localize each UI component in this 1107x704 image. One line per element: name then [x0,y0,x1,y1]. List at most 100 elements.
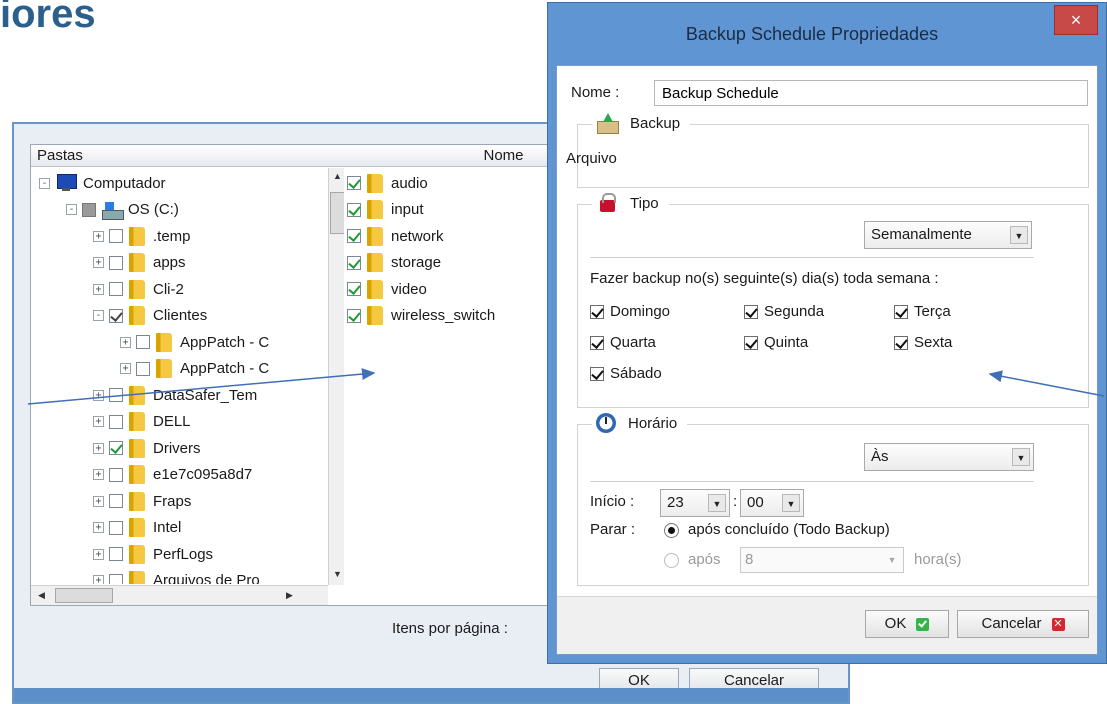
tree-item-label: OS (C:) [128,201,179,218]
tree-item[interactable]: + DELL [93,409,191,435]
day-checkbox-domingo[interactable]: Domingo [590,303,670,320]
start-label: Início : [590,493,635,510]
tree-item[interactable]: + Intel [93,515,181,541]
tree-vertical-scrollbar[interactable]: ▲ ▼ [328,168,345,585]
file-item-label: video [391,280,427,298]
file-checkbox[interactable] [347,255,361,270]
tree-checkbox[interactable] [136,361,150,376]
expand-icon[interactable]: + [93,442,104,454]
scroll-thumb[interactable] [330,192,345,234]
tree-checkbox[interactable] [82,202,96,217]
file-checkbox[interactable] [347,308,361,323]
tree-checkbox[interactable] [109,441,123,455]
day-checkbox-sabado[interactable]: Sábado [590,365,662,382]
tree-item[interactable]: + apps [93,250,186,276]
tree-item[interactable]: + Cli-2 [93,276,184,302]
days-prompt: Fazer backup no(s) seguinte(s) dia(s) to… [590,270,939,287]
tree-checkbox[interactable] [109,467,123,482]
expand-icon[interactable]: + [93,469,104,480]
collapse-icon[interactable]: - [66,204,77,215]
tree-item[interactable]: + AppPatch - C [120,329,269,355]
ok-button[interactable]: OK [865,610,949,638]
name-column-header[interactable]: Nome [344,145,573,167]
tree-item[interactable]: + PerfLogs [93,541,213,567]
tree-item[interactable]: + Drivers [93,435,201,461]
expand-icon[interactable]: + [93,575,104,584]
day-checkbox-quarta[interactable]: Quarta [590,334,656,351]
expand-icon[interactable]: + [120,363,131,374]
tree-checkbox[interactable] [109,282,123,296]
expand-icon[interactable]: + [93,522,104,533]
collapse-icon[interactable]: - [93,310,104,321]
expand-icon[interactable]: + [93,283,104,295]
tree-item[interactable]: + e1e7c095a8d7 [93,462,252,488]
stop-after-hours-radio[interactable] [664,553,679,568]
tree-checkbox[interactable] [109,414,123,429]
day-checkbox-segunda[interactable]: Segunda [744,303,824,320]
expand-icon[interactable]: + [93,495,104,507]
folder-icon [129,518,145,537]
tree-checkbox[interactable] [136,335,150,349]
file-list-item[interactable]: audio [347,170,428,196]
expand-icon[interactable]: + [93,548,104,560]
tree-checkbox[interactable] [109,308,123,323]
file-list-item[interactable]: network [347,223,444,249]
folder-icon [129,491,145,511]
file-list-item[interactable]: storage [347,250,441,276]
close-button[interactable]: × [1054,5,1098,35]
tree-checkbox[interactable] [109,388,123,402]
file-checkbox[interactable] [347,176,361,190]
expand-icon[interactable]: + [93,416,104,427]
tree-item[interactable]: - Clientes [93,303,207,329]
day-checkbox-terca[interactable]: Terça [894,303,951,320]
horario-group-title: Horário [592,411,688,435]
folder-icon [367,253,383,272]
chevron-down-icon: ▼ [782,494,800,512]
tree-item[interactable]: + Arquivos de Pro [93,568,260,584]
expand-icon[interactable]: + [93,257,104,268]
folder-icon [367,306,383,325]
tree-checkbox[interactable] [109,547,123,561]
day-checkbox-sexta[interactable]: Sexta [894,334,952,351]
tree-item[interactable]: + DataSafer_Tem [93,382,257,408]
expand-icon[interactable]: + [93,389,104,401]
tree-horizontal-scrollbar[interactable]: ◀ ▶ [31,585,328,605]
file-list-item[interactable]: input [347,197,424,223]
tree-item[interactable]: - OS (C:) [66,197,179,223]
day-checkbox-quinta[interactable]: Quinta [744,334,808,351]
time-mode-select[interactable]: Às ▼ [864,443,1034,471]
expand-icon[interactable]: + [93,230,104,242]
collapse-icon[interactable]: - [39,177,50,189]
start-minute-select[interactable]: 00 ▼ [740,489,804,517]
expand-icon[interactable]: + [120,336,131,348]
file-checkbox[interactable] [347,202,361,217]
file-list-item[interactable]: wireless_switch [347,303,495,329]
file-list-item[interactable]: video [347,276,427,302]
stop-when-done-radio[interactable] [664,523,679,538]
horizontal-scroll-thumb[interactable] [55,588,113,603]
frequency-select[interactable]: Semanalmente ▼ [864,221,1032,249]
tree-item[interactable]: - Computador [39,174,166,196]
tree-item-label: Clientes [153,307,208,324]
file-checkbox[interactable] [347,229,361,243]
tree-item[interactable]: + Fraps [93,488,191,514]
tree-checkbox[interactable] [109,255,123,270]
tree-item[interactable]: + AppPatch - C [120,356,269,382]
stop-hours-input[interactable]: 8 ▼ [740,547,904,573]
scroll-left-icon[interactable]: ◀ [33,587,50,604]
checkbox-checked-icon [894,335,908,350]
tree-checkbox[interactable] [109,494,123,508]
folder-tree: - Computador - OS (C:) + .temp + apps + Cli-2 - Cli… [31,174,331,584]
tree-checkbox[interactable] [109,573,123,584]
tree-checkbox[interactable] [109,520,123,535]
cancel-button[interactable]: Cancelar ✕ [957,610,1089,638]
scroll-right-icon[interactable]: ▶ [281,587,298,604]
backup-group-title: Backup [592,111,691,135]
chevron-down-icon: ▼ [708,494,726,512]
file-checkbox[interactable] [347,282,361,296]
checkbox-checked-icon [894,304,908,319]
tree-checkbox[interactable] [109,229,123,243]
start-hour-select[interactable]: 23 ▼ [660,489,730,517]
tree-item[interactable]: + .temp [93,223,191,249]
name-input[interactable] [654,80,1088,106]
